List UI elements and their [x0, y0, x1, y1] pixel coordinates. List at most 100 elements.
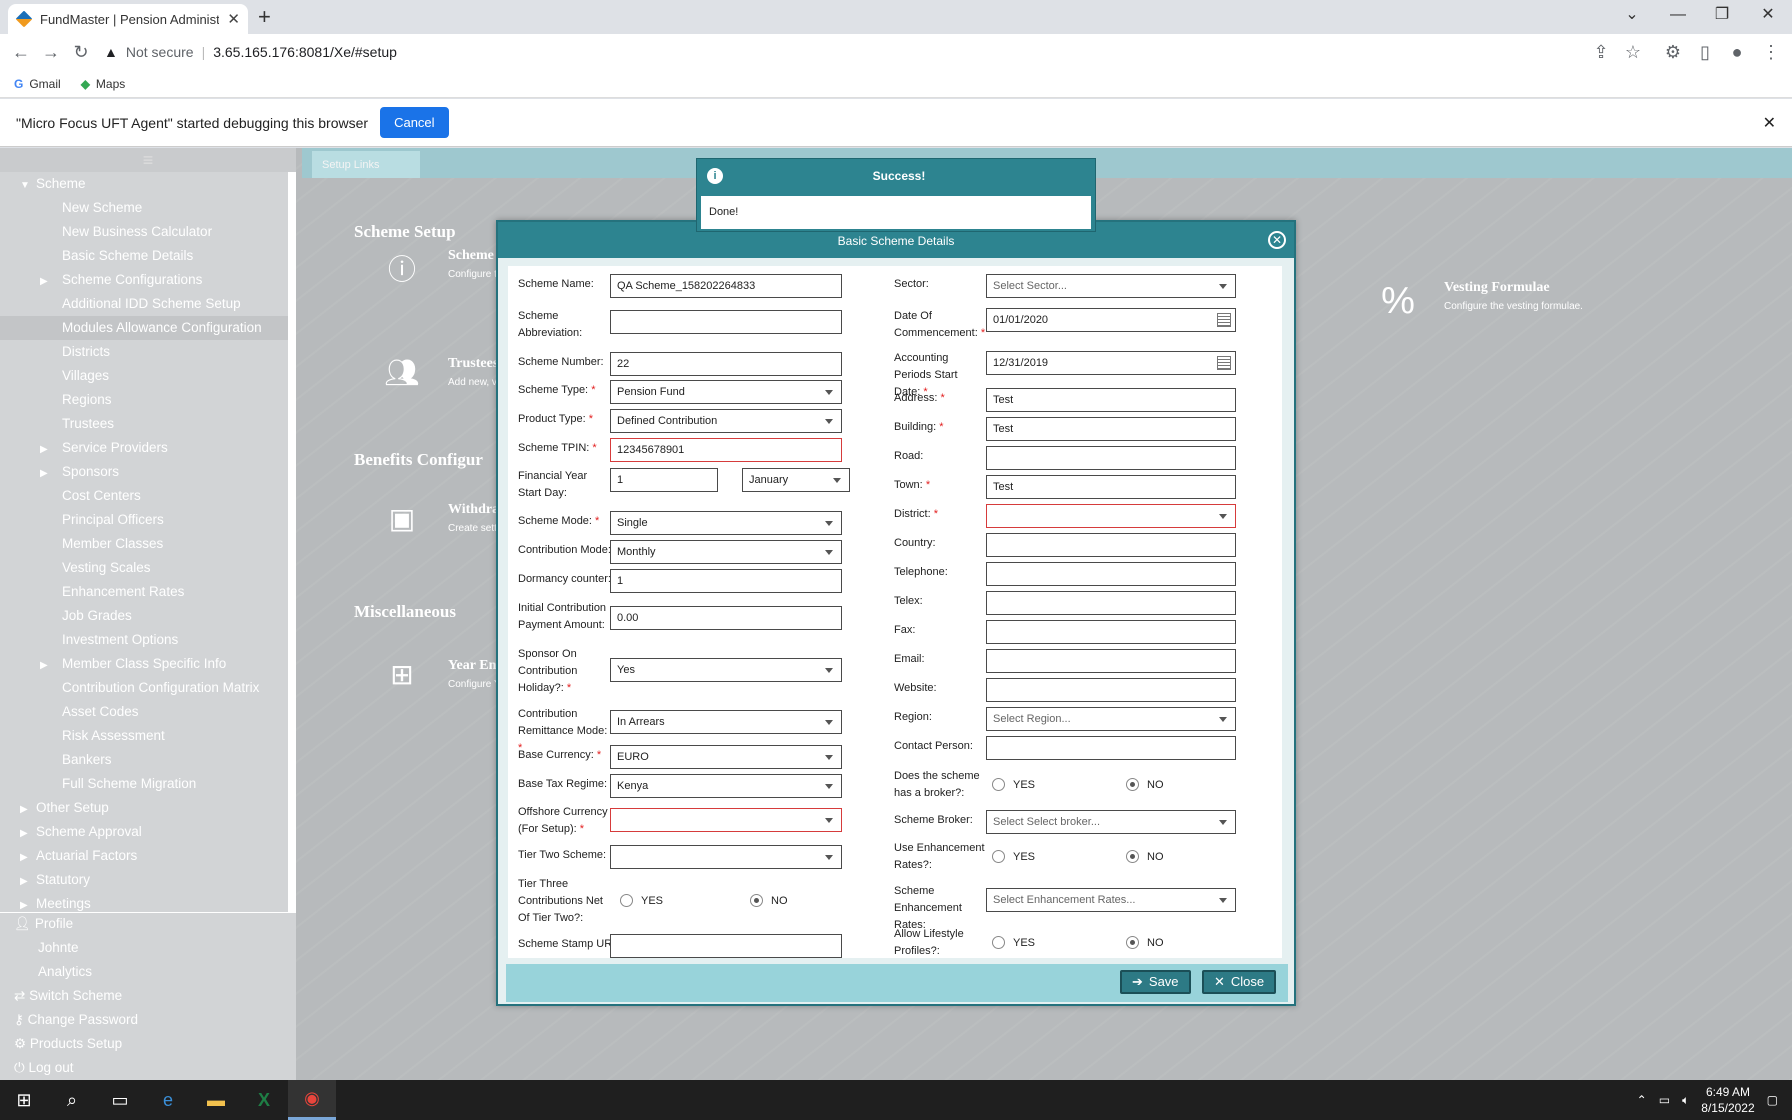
sidebar-group[interactable]: ▶ Other Setup [0, 796, 296, 820]
lifestyle-yes-radio[interactable]: YES [992, 936, 1035, 949]
clock[interactable]: 6:49 AM 8/15/2022 [1701, 1084, 1754, 1116]
scheme-name-input[interactable]: QA Scheme_158202264833 [610, 274, 842, 298]
sidebar-item[interactable]: Member Classes [0, 532, 296, 556]
sidebar-item[interactable]: ▶ Scheme Configurations [0, 268, 296, 292]
address-bar[interactable]: ▲ Not secure | 3.65.165.176:8081/Xe/#set… [104, 44, 397, 60]
tile-scheme[interactable]: ⓘ Scheme I Configure t [382, 248, 503, 285]
bookmark-star-icon[interactable]: ☆ [1618, 42, 1648, 63]
scheme-abbreviation-input[interactable] [610, 310, 842, 334]
task-view-icon[interactable]: ▭ [96, 1080, 144, 1120]
dormancy-counter-input[interactable]: 1 [610, 569, 842, 593]
close-button[interactable]: ✕ Close [1202, 970, 1277, 994]
sidebar-item[interactable]: Cost Centers [0, 484, 296, 508]
logout-link[interactable]: ⏻ Log out [0, 1056, 296, 1080]
hamburger-icon[interactable]: ≡ [0, 148, 296, 172]
sidebar-group[interactable]: ▶ Actuarial Factors [0, 844, 296, 868]
date-of-commencement-input[interactable]: 01/01/2020 [986, 308, 1236, 332]
region-select[interactable]: Select Region... [986, 707, 1236, 731]
district-select[interactable] [986, 504, 1236, 528]
sidebar-item[interactable]: ▶ Service Providers [0, 436, 296, 460]
profile-username[interactable]: Johnte [0, 936, 296, 960]
scheme-mode-select[interactable]: Single [610, 511, 842, 535]
sidebar-item[interactable]: Basic Scheme Details [0, 244, 296, 268]
lifestyle-no-radio[interactable]: NO [1126, 936, 1164, 949]
sidebar-item[interactable]: Investment Options [0, 628, 296, 652]
fax-input[interactable] [986, 620, 1236, 644]
save-button[interactable]: ➔ Save [1120, 970, 1191, 994]
chrome-icon[interactable]: ◉ [288, 1080, 336, 1120]
telex-input[interactable] [986, 591, 1236, 615]
windows-start-icon[interactable]: ⊞ [0, 1080, 48, 1120]
infobar-close-icon[interactable]: ✕ [1763, 113, 1776, 133]
sponsor-holiday-select[interactable]: Yes [610, 658, 842, 682]
reload-icon[interactable]: ↻ [66, 42, 96, 63]
sidebar-item[interactable]: Bankers [0, 748, 296, 772]
profile-analytics[interactable]: Analytics [0, 960, 296, 984]
fy-start-day-input[interactable]: 1 [610, 468, 718, 492]
tab-close-icon[interactable]: ✕ [227, 10, 240, 28]
enhancement-no-radio[interactable]: NO [1126, 850, 1164, 863]
excel-icon[interactable]: X [240, 1080, 288, 1120]
calendar-icon[interactable] [1217, 313, 1231, 327]
sidebar-item[interactable]: Vesting Scales [0, 556, 296, 580]
scheme-broker-select[interactable]: Select Select broker... [986, 810, 1236, 834]
sidebar-item[interactable]: Districts [0, 340, 296, 364]
sidebar-item[interactable]: Job Grades [0, 604, 296, 628]
tab-search-icon[interactable]: ⌄ [1612, 2, 1652, 28]
profile-item[interactable]: 👤︎ Profile [0, 912, 296, 936]
sidebar-item[interactable]: ▶ Member Class Specific Info [0, 652, 296, 676]
calendar-icon[interactable] [1217, 356, 1231, 370]
sidebar-group[interactable]: ▶ Scheme Approval [0, 820, 296, 844]
new-tab-icon[interactable]: + [258, 4, 271, 30]
sidebar-item[interactable]: Full Scheme Migration [0, 772, 296, 796]
tier-three-yes-radio[interactable]: YES [620, 894, 663, 907]
change-password-link[interactable]: ⚷ Change Password [0, 1008, 296, 1032]
sidebar-item[interactable]: Contribution Configuration Matrix [0, 676, 296, 700]
browser-tab[interactable]: FundMaster | Pension Administra ✕ [8, 4, 248, 34]
tile-trustees[interactable]: 👥︎ Trustees Add new, v [382, 356, 498, 392]
scheme-type-select[interactable]: Pension Fund [610, 380, 842, 404]
notifications-icon[interactable]: ▢ [1767, 1093, 1778, 1107]
restore-icon[interactable]: ❐ [1702, 2, 1742, 28]
address-input[interactable]: Test [986, 388, 1236, 412]
road-input[interactable] [986, 446, 1236, 470]
scheme-tpin-input[interactable]: 12345678901 [610, 438, 842, 462]
sidebar-item[interactable]: Enhancement Rates [0, 580, 296, 604]
broker-yes-radio[interactable]: YES [992, 778, 1035, 791]
tier-two-scheme-select[interactable] [610, 845, 842, 869]
tray-chevron-icon[interactable]: ⌃ [1637, 1093, 1647, 1107]
sidebar-item[interactable]: Risk Assessment [0, 724, 296, 748]
sidebar-item[interactable]: Asset Codes [0, 700, 296, 724]
share-icon[interactable]: ⇪ [1586, 42, 1616, 63]
sidebar-item[interactable]: ▶ Sponsors [0, 460, 296, 484]
email-input[interactable] [986, 649, 1236, 673]
initial-contribution-input[interactable]: 0.00 [610, 606, 842, 630]
profile-avatar-icon[interactable]: ● [1722, 42, 1752, 63]
website-input[interactable] [986, 678, 1236, 702]
remittance-mode-select[interactable]: In Arrears [610, 710, 842, 734]
sidebar-item[interactable]: New Scheme [0, 196, 296, 220]
forward-icon[interactable]: → [36, 42, 66, 63]
network-icon[interactable]: ▭ [1659, 1093, 1670, 1107]
base-currency-select[interactable]: EURO [610, 745, 842, 769]
scheme-number-input[interactable]: 22 [610, 352, 842, 376]
sidebar-group[interactable]: ▶ Statutory [0, 868, 296, 892]
tier-three-no-radio[interactable]: NO [750, 894, 788, 907]
sidebar-item[interactable]: Regions [0, 388, 296, 412]
accounting-periods-start-input[interactable]: 12/31/2019 [986, 351, 1236, 375]
menu-kebab-icon[interactable]: ⋮ [1756, 42, 1786, 63]
tile-withdrawal[interactable]: ▣ Withdra Create sett [382, 502, 499, 538]
telephone-input[interactable] [986, 562, 1236, 586]
volume-icon[interactable]: 🔈︎ [1682, 1093, 1689, 1108]
back-icon[interactable]: ← [6, 42, 36, 63]
enhancement-rates-select[interactable]: Select Enhancement Rates... [986, 888, 1236, 912]
product-type-select[interactable]: Defined Contribution [610, 409, 842, 433]
sidebar-item[interactable]: Principal Officers [0, 508, 296, 532]
minimize-icon[interactable]: — [1658, 2, 1698, 28]
sidebar-item[interactable]: New Business Calculator [0, 220, 296, 244]
window-close-icon[interactable]: ✕ [1748, 2, 1788, 28]
sidebar-item[interactable]: Modules Allowance Configuration [0, 316, 296, 340]
dialog-close-icon[interactable]: ✕ [1268, 231, 1286, 249]
extensions-icon[interactable]: ⚙ [1658, 42, 1688, 63]
building-input[interactable]: Test [986, 417, 1236, 441]
